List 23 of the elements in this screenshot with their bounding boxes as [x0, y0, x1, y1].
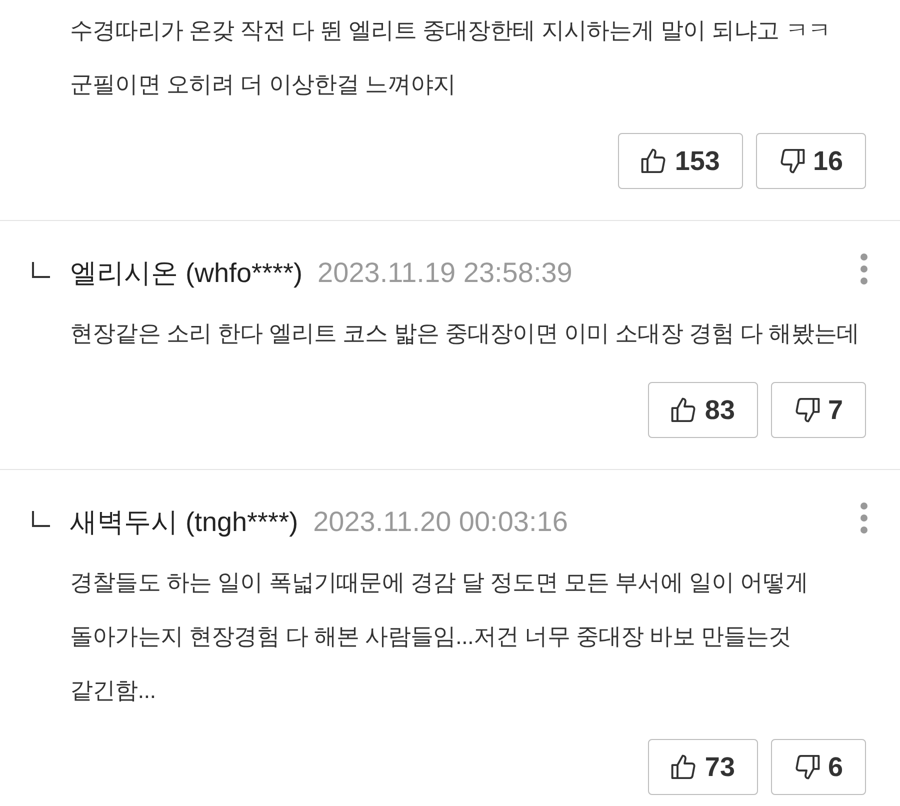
thumbs-up-icon [670, 754, 697, 780]
thumbs-down-icon [794, 397, 820, 423]
thumbs-down-icon [794, 754, 820, 780]
comment-text: 수경따리가 온갖 작전 다 뛴 엘리트 중대장한테 지시하는게 말이 되냐고 ㅋㅋ 군필이면 오히려 더 이상한걸 느껴야지 [70, 16, 832, 99]
comment-timestamp: 2023.11.20 00:03:16 [313, 506, 568, 538]
thumbs-down-icon [778, 148, 805, 174]
dislike-button[interactable]: 6 [770, 739, 866, 795]
comment-text: 현장같은 소리 한다 엘리트 코스 밟은 중대장이면 이미 소대장 경험 다 해봤는데 [70, 319, 860, 348]
more-options-icon [860, 253, 868, 285]
thumbs-up-icon [640, 148, 667, 174]
thumbs-up-icon [670, 397, 697, 423]
like-button[interactable]: 83 [648, 382, 758, 438]
more-options-button[interactable] [858, 500, 870, 536]
more-options-icon [860, 502, 868, 534]
dislike-button[interactable]: 16 [756, 133, 866, 189]
like-button[interactable]: 73 [648, 739, 758, 795]
comment-text: 경찰들도 하는 일이 폭넓기때문에 경감 달 정도면 모든 부서에 일이 어떻게 돌아가는지 현장경험 다 해본 사람들임...저건 너무 중대장 바보 만들는것 같긴함... [70, 568, 809, 705]
dislike-button[interactable]: 7 [770, 382, 866, 438]
like-button[interactable]: 153 [618, 133, 743, 189]
comment-timestamp: 2023.11.19 23:58:39 [318, 257, 572, 289]
author-name: 새벽두시 (tngh****) [70, 506, 298, 539]
author-name: 엘리시온 (whfo****) [70, 257, 303, 290]
more-options-button[interactable] [858, 251, 870, 287]
